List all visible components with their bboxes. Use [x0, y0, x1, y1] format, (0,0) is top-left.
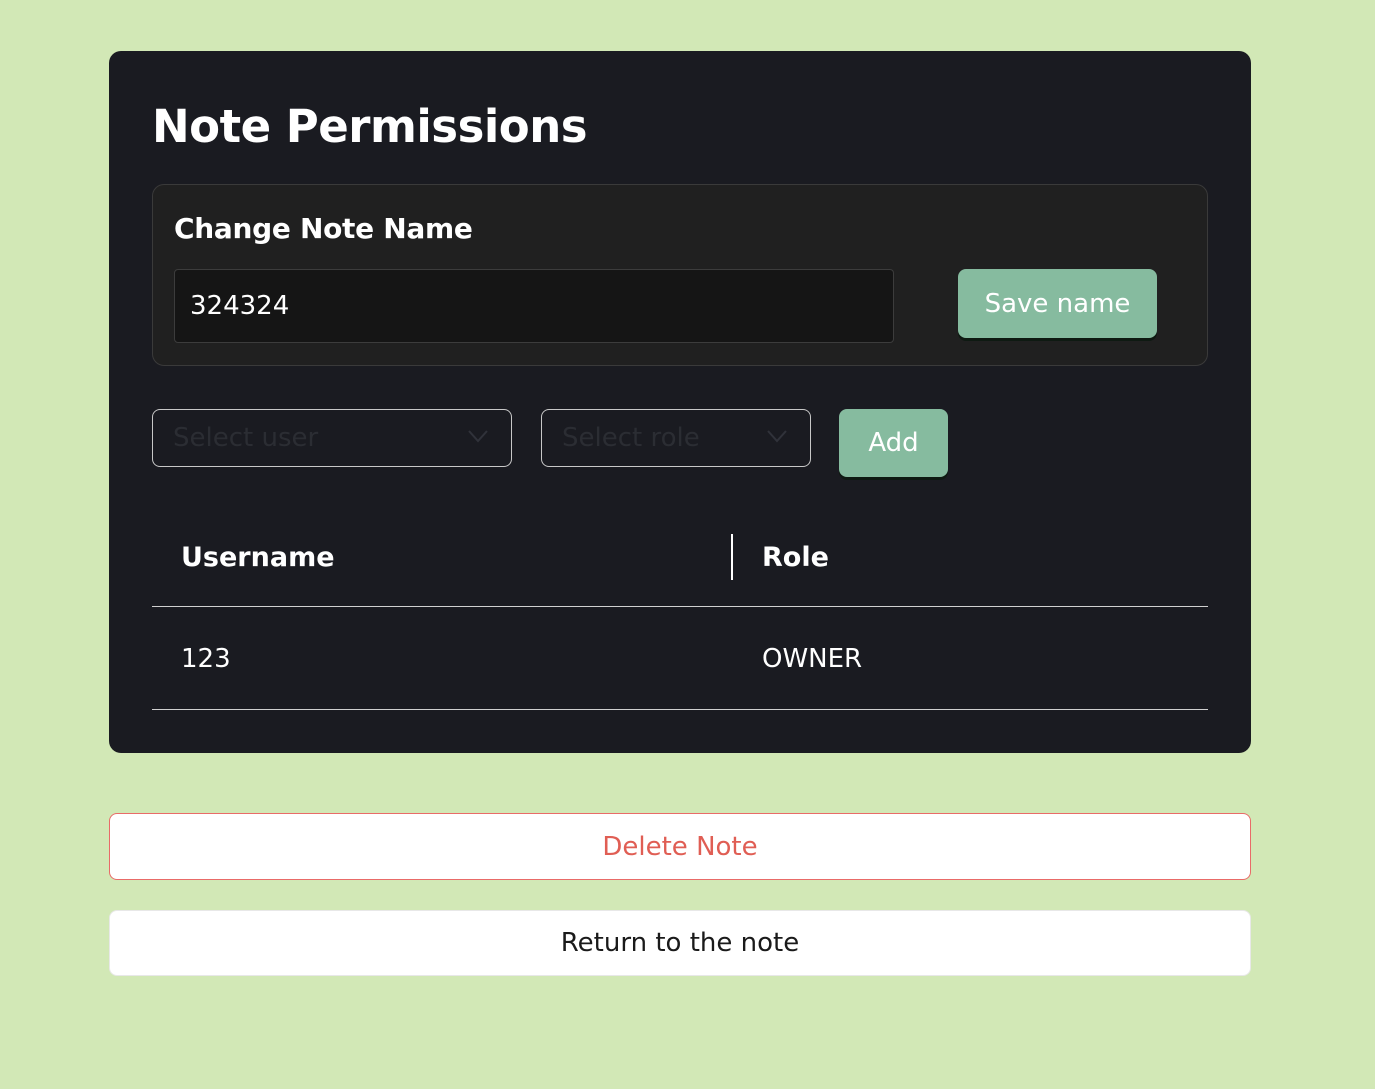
- row-role: OWNER: [762, 644, 863, 674]
- select-role-dropdown[interactable]: Select role: [541, 409, 811, 467]
- add-permission-button[interactable]: Add: [839, 409, 948, 477]
- save-name-button[interactable]: Save name: [958, 269, 1157, 338]
- page-title: Note Permissions: [152, 100, 588, 153]
- table-row: 123 OWNER: [152, 608, 1208, 710]
- permissions-card: Note Permissions Change Note Name Save n…: [109, 51, 1251, 753]
- note-name-input[interactable]: [174, 269, 894, 343]
- select-user-dropdown[interactable]: Select user: [152, 409, 512, 467]
- return-to-note-button[interactable]: Return to the note: [109, 910, 1251, 976]
- column-divider: [731, 534, 733, 580]
- row-username: 123: [181, 644, 231, 674]
- rename-section: Change Note Name Save name: [152, 184, 1208, 366]
- permissions-table-header: Username Role: [152, 519, 1208, 607]
- select-role-placeholder: Select role: [562, 423, 700, 453]
- chevron-down-icon: [767, 430, 787, 443]
- delete-note-button[interactable]: Delete Note: [109, 813, 1251, 880]
- column-header-role: Role: [762, 542, 829, 573]
- rename-section-title: Change Note Name: [174, 212, 473, 245]
- chevron-down-icon: [468, 430, 488, 443]
- select-user-placeholder: Select user: [173, 423, 319, 453]
- column-header-username: Username: [181, 542, 335, 573]
